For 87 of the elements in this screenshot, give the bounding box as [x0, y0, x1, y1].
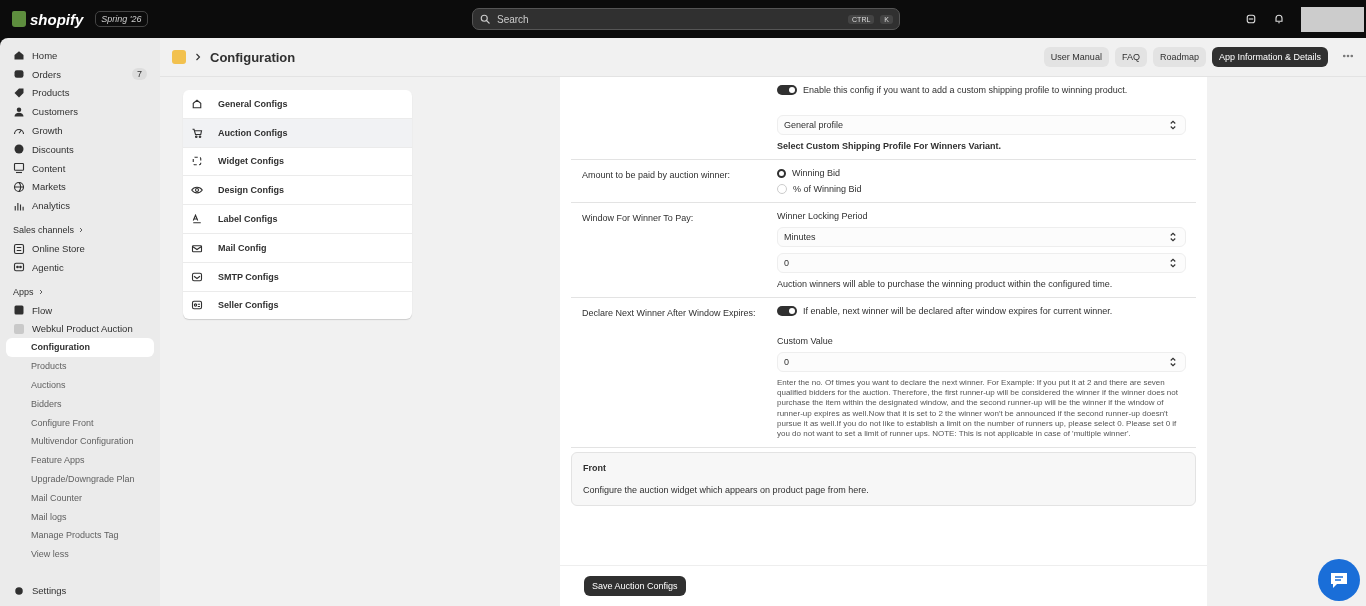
tag-icon: [13, 87, 25, 99]
cart-icon: [191, 126, 203, 139]
sidebar-subitem[interactable]: Configure Front: [6, 413, 154, 433]
select-field[interactable]: General profile: [777, 115, 1186, 135]
field-label: Declare Next Winner After Window Expires:: [582, 308, 756, 318]
header-button[interactable]: FAQ: [1114, 47, 1147, 67]
sidebar-item[interactable]: Analytics: [6, 196, 154, 216]
sidebar-item[interactable]: Home: [6, 46, 154, 65]
search-icon: [479, 13, 491, 25]
select-field[interactable]: Minutes: [777, 227, 1186, 247]
config-menu-item[interactable]: Mail Config: [183, 234, 412, 263]
sidebar-subitem[interactable]: Feature Apps: [6, 451, 154, 470]
sidebar-subitem[interactable]: Configuration: [6, 338, 154, 358]
envelope-icon: [191, 270, 203, 283]
toggle-label: If enable, next winner will be declared after window expires for current winner.: [803, 306, 1113, 316]
sidebar-subitem[interactable]: Mail logs: [6, 507, 154, 527]
header-button[interactable]: User Manual: [1043, 47, 1109, 67]
section-description: Configure the auction widget which appears on product page from here.: [583, 485, 869, 496]
field-label: Winner Locking Period: [777, 211, 869, 221]
sidebar-item[interactable]: Agentic: [6, 257, 154, 277]
text-icon: [191, 213, 203, 226]
section-link[interactable]: Apps: [6, 282, 154, 301]
id-card-icon: [191, 299, 203, 312]
chat-icon: [1329, 571, 1349, 589]
globe-icon: [13, 180, 25, 193]
section-title: Front: [583, 463, 607, 474]
toggle-switch[interactable]: [777, 306, 797, 316]
sidebar-item[interactable]: Online Store: [6, 239, 154, 258]
help-text: Auction winners will able to purchase the winning product within the configured time.: [777, 279, 1114, 289]
radio-option[interactable]: % of Winning Bid: [777, 184, 1186, 194]
header-button[interactable]: App Information & Details: [1211, 47, 1328, 67]
sidebar-item[interactable]: Customers: [6, 102, 154, 122]
sidebar-item[interactable]: Discounts: [6, 140, 154, 159]
sidebar-item[interactable]: Webkul Product Auction: [6, 319, 154, 339]
storefront-icon: [13, 242, 25, 255]
config-menu-item[interactable]: General Configs: [183, 90, 412, 119]
sidebar-item[interactable]: Content: [6, 158, 154, 178]
sidebar-subitem[interactable]: Mail Counter: [6, 488, 154, 508]
app-icon: [172, 50, 186, 64]
number-field[interactable]: 0: [777, 352, 1186, 372]
field-label: Window For Winner To Pay:: [582, 213, 694, 223]
sidebar-item[interactable]: Settings: [6, 581, 154, 600]
view-less-link[interactable]: View less: [6, 545, 154, 564]
app-icon: [14, 323, 24, 334]
section-link[interactable]: Sales channels: [6, 221, 154, 240]
sidebar-item[interactable]: Products: [6, 83, 154, 103]
image-icon: [13, 162, 25, 175]
edition-badge: Spring '26: [95, 11, 148, 27]
field-label: Custom Value: [777, 336, 834, 346]
page-title: Configuration: [210, 49, 296, 65]
header-button[interactable]: Roadmap: [1152, 47, 1206, 67]
config-menu-item[interactable]: Widget Configs: [183, 147, 412, 177]
sidebar-subitem[interactable]: Multivendor Configuration: [6, 432, 154, 452]
config-menu-item[interactable]: Design Configs: [183, 176, 412, 206]
help-text: Select Custom Shipping Profile For Winners Variant.: [777, 141, 1002, 151]
help-text: Enter the no. Of times you want to declare the next winner. For Example: If you put it at 2 and there are seven qualified bidders for the auction. Therefore, the first runner-up will be considered the winner if the winner does not purchase the item within the designated window, and the second runner-up will be the winner if the window of runner-up expires as well.Now that it is set to 2 the winner won't be announced if the second runner-up doesn't pursue it as well.If you do not like to establish a limit on the number of runners up, please select 0. Please set 0 if you do not want to set a limit of runner ups. NOTE: This is not applicable in case of 'multiple winner'.: [777, 378, 1179, 440]
config-menu-item[interactable]: Auction Configs: [183, 118, 412, 148]
house-icon: [13, 49, 25, 62]
sidebar-subitem[interactable]: Products: [6, 357, 154, 376]
save-button[interactable]: Save Auction Configs: [584, 576, 686, 596]
avatar[interactable]: [1301, 6, 1364, 32]
logo-text: shopify: [30, 10, 84, 28]
radio-option[interactable]: Winning Bid: [777, 168, 1186, 178]
bag-logo-icon: [12, 11, 26, 27]
dashed-square-icon: [191, 155, 203, 168]
field-label: Amount to be paid by auction winner:: [582, 170, 731, 180]
robot-icon: [13, 261, 25, 274]
sidebar-item[interactable]: Markets: [6, 177, 154, 197]
person-icon: [13, 105, 25, 118]
config-menu-item[interactable]: SMTP Configs: [183, 262, 412, 292]
sidebar-item[interactable]: Orders 7: [6, 64, 154, 84]
toggle-switch[interactable]: [777, 85, 797, 95]
bell-icon: [1273, 13, 1285, 25]
config-menu-item[interactable]: Seller Configs: [183, 291, 412, 320]
chat-button[interactable]: [1318, 559, 1360, 601]
number-field[interactable]: 0: [777, 253, 1186, 273]
config-menu-item[interactable]: Label Configs: [183, 205, 412, 234]
count-badge: 7: [132, 68, 147, 81]
sidebar-item[interactable]: Growth: [6, 121, 154, 140]
radio-button[interactable]: [777, 168, 786, 178]
sidebar-subitem[interactable]: Manage Products Tag: [6, 526, 154, 546]
sidebar-subitem[interactable]: Upgrade/Downgrade Plan: [6, 469, 154, 489]
sidebar-item[interactable]: Flow: [6, 300, 154, 320]
house-icon: [191, 97, 203, 110]
sidebar-subitem[interactable]: Auctions: [6, 375, 154, 395]
toggle-label: Enable this config if you want to add a custom shipping profile to winning product.: [803, 85, 1128, 95]
sidebar-subitem[interactable]: Bidders: [6, 394, 154, 414]
